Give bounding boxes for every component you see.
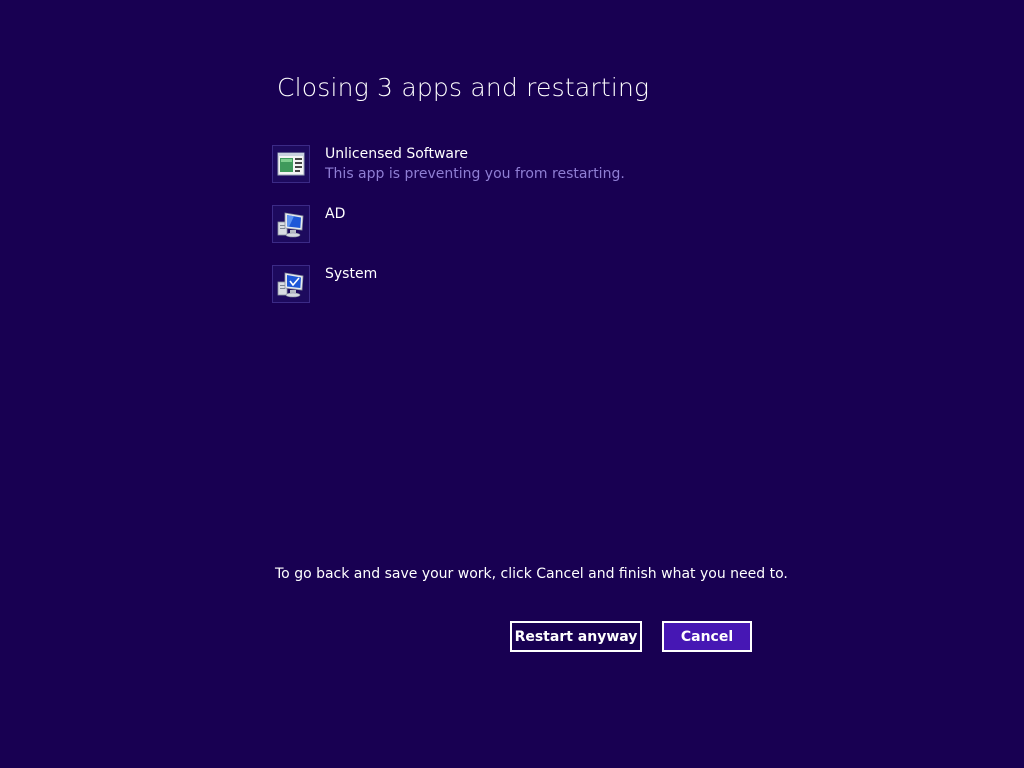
app-item-system: System xyxy=(272,265,772,325)
computer-icon xyxy=(272,265,310,303)
app-name: System xyxy=(325,266,378,282)
app-name: Unlicensed Software xyxy=(325,146,469,162)
page-title: Closing 3 apps and restarting xyxy=(277,73,650,102)
app-item-ad: AD xyxy=(272,205,772,265)
computer-icon xyxy=(272,205,310,243)
restart-anyway-button[interactable]: Restart anyway xyxy=(510,621,642,652)
app-item-unlicensed-software: Unlicensed Software This app is preventi… xyxy=(272,145,772,205)
restart-screen: Closing 3 apps and restarting Unlicensed… xyxy=(0,0,1024,768)
application-window-icon xyxy=(272,145,310,183)
app-name: AD xyxy=(325,206,346,222)
save-work-note: To go back and save your work, click Can… xyxy=(275,566,788,582)
app-status: This app is preventing you from restarti… xyxy=(325,166,625,182)
app-list: Unlicensed Software This app is preventi… xyxy=(272,145,772,325)
cancel-button[interactable]: Cancel xyxy=(662,621,752,652)
